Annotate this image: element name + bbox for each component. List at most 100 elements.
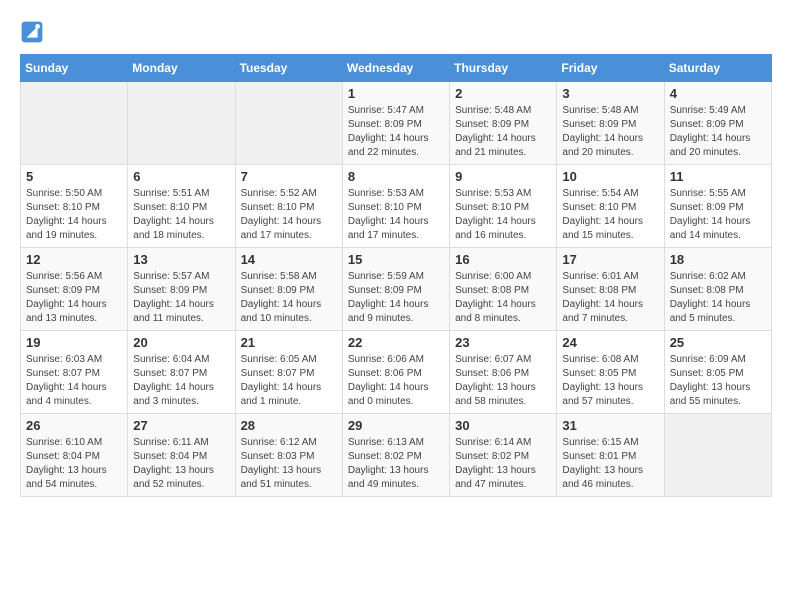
- calendar-cell: [21, 82, 128, 165]
- calendar-week-5: 26Sunrise: 6:10 AM Sunset: 8:04 PM Dayli…: [21, 414, 772, 497]
- day-info: Sunrise: 5:58 AM Sunset: 8:09 PM Dayligh…: [241, 270, 337, 326]
- calendar-cell: 20 Sunrise: 6:04 AM Sunset: 8:07 PM Dayli…: [128, 331, 235, 414]
- day-number: 10: [562, 169, 658, 184]
- day-number: 12: [26, 252, 122, 267]
- day-number: 28: [241, 418, 337, 433]
- day-info: Sunrise: 5:50 AM Sunset: 8:10 PM Dayligh…: [26, 187, 122, 243]
- logo: [20, 20, 48, 44]
- day-number: 25: [670, 335, 766, 350]
- day-number: 30: [455, 418, 551, 433]
- day-number: 24: [562, 335, 658, 350]
- day-info: Sunrise: 6:05 AM Sunset: 8:07 PM Dayligh…: [241, 353, 337, 409]
- day-number: 8: [348, 169, 444, 184]
- day-info: Sunrise: 6:04 AM Sunset: 8:07 PM Dayligh…: [133, 353, 229, 409]
- day-number: 2: [455, 86, 551, 101]
- day-info: Sunrise: 6:06 AM Sunset: 8:06 PM Dayligh…: [348, 353, 444, 409]
- day-info: Sunrise: 6:02 AM Sunset: 8:08 PM Dayligh…: [670, 270, 766, 326]
- weekday-header-sunday: Sunday: [21, 55, 128, 82]
- weekday-header-monday: Monday: [128, 55, 235, 82]
- calendar-cell: 6 Sunrise: 5:51 AM Sunset: 8:10 PM Daylig…: [128, 165, 235, 248]
- day-number: 9: [455, 169, 551, 184]
- calendar-cell: 19 Sunrise: 6:03 AM Sunset: 8:07 PM Dayli…: [21, 331, 128, 414]
- calendar-cell: 29Sunrise: 6:13 AM Sunset: 8:02 PM Dayli…: [342, 414, 449, 497]
- day-number: 20: [133, 335, 229, 350]
- day-number: 1: [348, 86, 444, 101]
- day-number: 27: [133, 418, 229, 433]
- calendar-cell: 10Sunrise: 5:54 AM Sunset: 8:10 PM Dayli…: [557, 165, 664, 248]
- day-info: Sunrise: 6:11 AM Sunset: 8:04 PM Dayligh…: [133, 436, 229, 492]
- day-info: Sunrise: 6:08 AM Sunset: 8:05 PM Dayligh…: [562, 353, 658, 409]
- day-number: 6: [133, 169, 229, 184]
- calendar-cell: 13 Sunrise: 5:57 AM Sunset: 8:09 PM Dayli…: [128, 248, 235, 331]
- day-info: Sunrise: 5:56 AM Sunset: 8:09 PM Dayligh…: [26, 270, 122, 326]
- calendar-cell: [664, 414, 771, 497]
- calendar-cell: [235, 82, 342, 165]
- calendar-header-row: SundayMondayTuesdayWednesdayThursdayFrid…: [21, 55, 772, 82]
- day-number: 26: [26, 418, 122, 433]
- day-number: 5: [26, 169, 122, 184]
- day-info: Sunrise: 6:00 AM Sunset: 8:08 PM Dayligh…: [455, 270, 551, 326]
- day-info: Sunrise: 6:14 AM Sunset: 8:02 PM Dayligh…: [455, 436, 551, 492]
- calendar-cell: 4Sunrise: 5:49 AM Sunset: 8:09 PM Daylig…: [664, 82, 771, 165]
- day-info: Sunrise: 5:55 AM Sunset: 8:09 PM Dayligh…: [670, 187, 766, 243]
- day-info: Sunrise: 5:51 AM Sunset: 8:10 PM Dayligh…: [133, 187, 229, 243]
- day-number: 11: [670, 169, 766, 184]
- calendar-cell: 2 Sunrise: 5:48 AM Sunset: 8:09 PM Daylig…: [450, 82, 557, 165]
- day-number: 23: [455, 335, 551, 350]
- weekday-header-thursday: Thursday: [450, 55, 557, 82]
- calendar-cell: 28 Sunrise: 6:12 AM Sunset: 8:03 PM Dayli…: [235, 414, 342, 497]
- calendar-cell: 12 Sunrise: 5:56 AM Sunset: 8:09 PM Dayli…: [21, 248, 128, 331]
- day-number: 19: [26, 335, 122, 350]
- day-number: 13: [133, 252, 229, 267]
- calendar-week-3: 12 Sunrise: 5:56 AM Sunset: 8:09 PM Dayli…: [21, 248, 772, 331]
- day-number: 7: [241, 169, 337, 184]
- day-info: Sunrise: 5:53 AM Sunset: 8:10 PM Dayligh…: [348, 187, 444, 243]
- calendar-cell: 27 Sunrise: 6:11 AM Sunset: 8:04 PM Dayli…: [128, 414, 235, 497]
- day-info: Sunrise: 6:09 AM Sunset: 8:05 PM Dayligh…: [670, 353, 766, 409]
- calendar-cell: 15 Sunrise: 5:59 AM Sunset: 8:09 PM Dayli…: [342, 248, 449, 331]
- calendar-cell: 24 Sunrise: 6:08 AM Sunset: 8:05 PM Dayli…: [557, 331, 664, 414]
- calendar-table: SundayMondayTuesdayWednesdayThursdayFrid…: [20, 54, 772, 497]
- calendar-week-2: 5 Sunrise: 5:50 AM Sunset: 8:10 PM Daylig…: [21, 165, 772, 248]
- day-info: Sunrise: 5:57 AM Sunset: 8:09 PM Dayligh…: [133, 270, 229, 326]
- day-info: Sunrise: 5:52 AM Sunset: 8:10 PM Dayligh…: [241, 187, 337, 243]
- calendar-cell: 1 Sunrise: 5:47 AM Sunset: 8:09 PM Daylig…: [342, 82, 449, 165]
- day-info: Sunrise: 5:59 AM Sunset: 8:09 PM Dayligh…: [348, 270, 444, 326]
- day-number: 16: [455, 252, 551, 267]
- day-number: 15: [348, 252, 444, 267]
- day-info: Sunrise: 6:15 AM Sunset: 8:01 PM Dayligh…: [562, 436, 658, 492]
- calendar-cell: 23 Sunrise: 6:07 AM Sunset: 8:06 PM Dayli…: [450, 331, 557, 414]
- day-number: 22: [348, 335, 444, 350]
- day-info: Sunrise: 5:48 AM Sunset: 8:09 PM Dayligh…: [455, 104, 551, 160]
- day-info: Sunrise: 6:03 AM Sunset: 8:07 PM Dayligh…: [26, 353, 122, 409]
- calendar-cell: 16 Sunrise: 6:00 AM Sunset: 8:08 PM Dayli…: [450, 248, 557, 331]
- calendar-cell: 3 Sunrise: 5:48 AM Sunset: 8:09 PM Daylig…: [557, 82, 664, 165]
- calendar-cell: 8 Sunrise: 5:53 AM Sunset: 8:10 PM Daylig…: [342, 165, 449, 248]
- day-number: 18: [670, 252, 766, 267]
- calendar-cell: 17Sunrise: 6:01 AM Sunset: 8:08 PM Dayli…: [557, 248, 664, 331]
- calendar-week-1: 1 Sunrise: 5:47 AM Sunset: 8:09 PM Daylig…: [21, 82, 772, 165]
- weekday-header-friday: Friday: [557, 55, 664, 82]
- logo-icon: [20, 20, 44, 44]
- day-info: Sunrise: 6:13 AM Sunset: 8:02 PM Dayligh…: [348, 436, 444, 492]
- page-header: [20, 20, 772, 44]
- day-number: 21: [241, 335, 337, 350]
- day-info: Sunrise: 5:53 AM Sunset: 8:10 PM Dayligh…: [455, 187, 551, 243]
- day-info: Sunrise: 6:12 AM Sunset: 8:03 PM Dayligh…: [241, 436, 337, 492]
- day-number: 3: [562, 86, 658, 101]
- weekday-header-saturday: Saturday: [664, 55, 771, 82]
- day-number: 17: [562, 252, 658, 267]
- calendar-cell: 7 Sunrise: 5:52 AM Sunset: 8:10 PM Daylig…: [235, 165, 342, 248]
- calendar-cell: 26Sunrise: 6:10 AM Sunset: 8:04 PM Dayli…: [21, 414, 128, 497]
- calendar-cell: [128, 82, 235, 165]
- calendar-cell: 22 Sunrise: 6:06 AM Sunset: 8:06 PM Dayli…: [342, 331, 449, 414]
- calendar-cell: 21 Sunrise: 6:05 AM Sunset: 8:07 PM Dayli…: [235, 331, 342, 414]
- calendar-cell: 25 Sunrise: 6:09 AM Sunset: 8:05 PM Dayli…: [664, 331, 771, 414]
- day-number: 14: [241, 252, 337, 267]
- calendar-cell: 11 Sunrise: 5:55 AM Sunset: 8:09 PM Dayli…: [664, 165, 771, 248]
- day-info: Sunrise: 5:48 AM Sunset: 8:09 PM Dayligh…: [562, 104, 658, 160]
- day-info: Sunrise: 6:07 AM Sunset: 8:06 PM Dayligh…: [455, 353, 551, 409]
- calendar-cell: 9 Sunrise: 5:53 AM Sunset: 8:10 PM Daylig…: [450, 165, 557, 248]
- day-info: Sunrise: 5:47 AM Sunset: 8:09 PM Dayligh…: [348, 104, 444, 160]
- calendar-week-4: 19 Sunrise: 6:03 AM Sunset: 8:07 PM Dayli…: [21, 331, 772, 414]
